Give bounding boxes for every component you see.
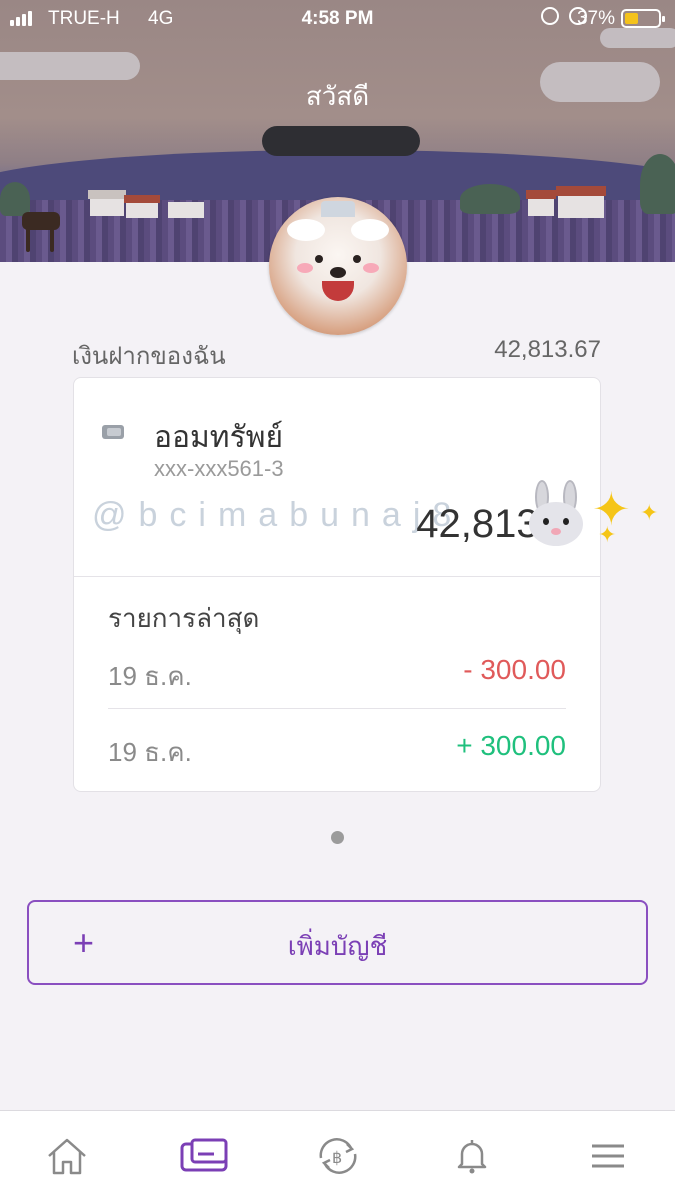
horse-leg [26,226,30,252]
home-icon[interactable] [45,1136,89,1176]
battery-percent: 37% [576,8,615,29]
roof [124,195,160,203]
sparkle-icon: ✦ [640,500,659,525]
avatar-eye [315,255,323,263]
transaction-date: 19 ธ.ค. [108,661,192,691]
add-account-label: เพิ่มบัญชี [287,931,388,961]
transaction-amount: - 300.00 [463,654,566,685]
horse-leg [50,226,54,252]
account-card[interactable]: ออมทรัพย์ xxx-xxx561-3 @bcimabunaj8 42,8… [73,377,601,792]
orientation-lock-icon [541,7,559,25]
transaction-date: 19 ธ.ค. [108,737,192,767]
house [126,202,158,218]
user-name-redacted [262,126,420,156]
transfer-icon[interactable]: ฿ [315,1136,359,1176]
deposits-total: 42,813.67 [494,336,601,363]
bunny-sticker [527,480,585,546]
bell-icon[interactable] [452,1136,496,1176]
avatar-mouth [322,281,354,301]
tree [460,184,520,214]
battery-fill [625,13,638,24]
watermark: @bcimabunaj8 [92,496,464,534]
roof [526,190,556,199]
tree [0,182,30,216]
account-number: xxx-xxx561-3 [154,456,284,481]
greeting-title: สวัสดี [305,81,370,111]
account-name: ออมทรัพย์ [154,421,284,454]
add-account-button[interactable]: + เพิ่มบัญชี [27,900,648,985]
house [168,202,204,218]
sparkle-icon: ✦ [598,522,617,547]
menu-icon[interactable] [588,1136,632,1176]
crown [321,201,355,217]
avatar-ear [287,219,325,241]
divider [74,576,600,577]
battery-icon [621,9,665,28]
svg-text:฿: ฿ [332,1148,342,1167]
roof [88,190,126,199]
avatar-ear [351,219,389,241]
deposits-label: เงินฝากของฉัน [72,343,226,370]
roof [556,186,606,196]
divider [108,708,566,709]
tree [640,154,675,214]
avatar[interactable] [269,197,407,335]
transaction-amount: + 300.00 [456,730,566,761]
status-bar: TRUE-H 4G 4:58 PM 37% [0,0,675,38]
avatar-blush [297,263,313,273]
recent-transactions-title: รายการล่าสุด [108,603,260,633]
house [90,198,124,216]
bottom-nav: ฿ [0,1110,675,1201]
card-icon [102,425,124,439]
accounts-card-icon[interactable] [180,1136,228,1176]
avatar-eye [353,255,361,263]
house [558,194,604,218]
avatar-nose [330,267,346,278]
house [528,198,554,216]
page-indicator-dot[interactable] [331,831,344,844]
avatar-blush [363,263,379,273]
